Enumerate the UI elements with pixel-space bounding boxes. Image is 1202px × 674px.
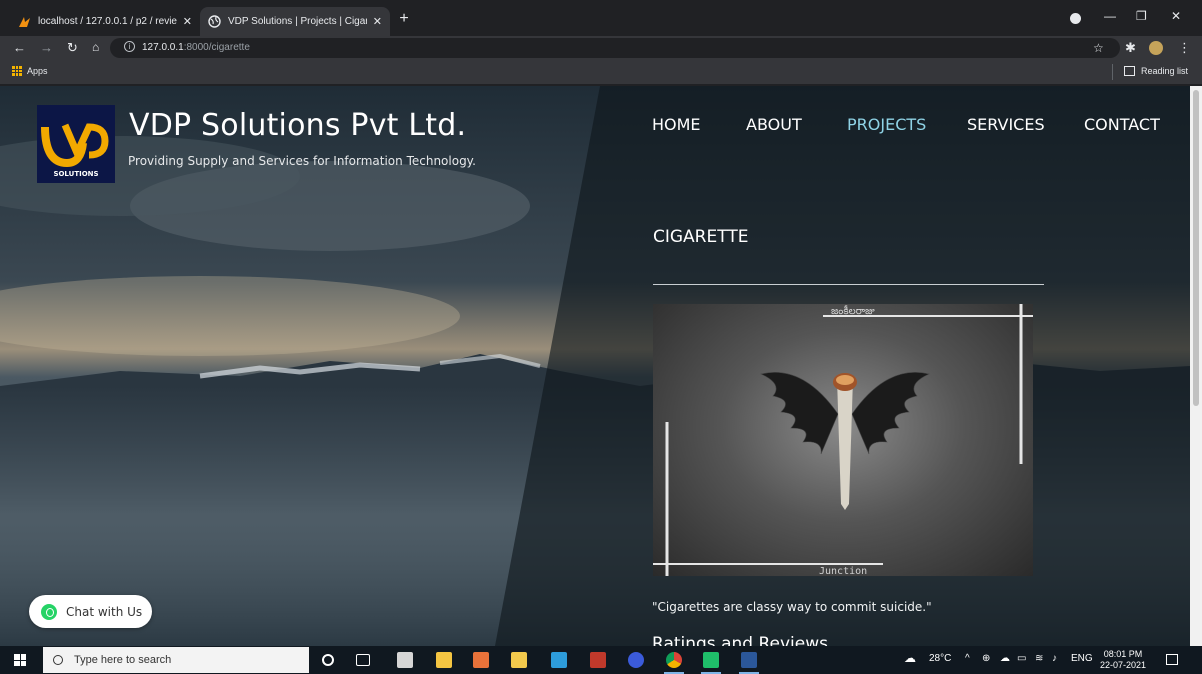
project-heading: CIGARETTE — [653, 227, 749, 247]
chat-with-us-button[interactable]: Chat with Us — [29, 595, 152, 628]
tray-cloud-icon[interactable]: ☁ — [1000, 653, 1010, 664]
url-host: 127.0.0.1 — [142, 42, 184, 53]
project-quote: "Cigarettes are classy way to commit sui… — [652, 600, 932, 614]
notification-icon[interactable] — [1166, 654, 1178, 665]
extensions-puzzle-icon[interactable]: ✱ — [1125, 40, 1136, 56]
windows-start-icon[interactable] — [14, 654, 26, 666]
profile-avatar[interactable] — [1149, 41, 1163, 55]
tab-vdp-projects[interactable]: VDP Solutions | Projects | Cigarette ✕ — [200, 7, 390, 36]
tray-app-icon[interactable]: ⊕ — [982, 653, 990, 664]
tab-title: localhost / 127.0.0.1 / p2 / review — [38, 16, 177, 27]
phpmyadmin-icon — [19, 17, 30, 27]
reload-icon[interactable]: ↻ — [67, 39, 78, 56]
nav-about[interactable]: ABOUT — [746, 115, 802, 134]
project-image: జంకీలరాజు Junction — [653, 304, 1033, 576]
mail-icon[interactable] — [551, 652, 567, 668]
word-icon[interactable] — [739, 652, 759, 674]
search-icon — [53, 655, 63, 665]
wifi-icon[interactable]: ≋ — [1035, 653, 1043, 664]
page-viewport: SOLUTIONS VDP Solutions Pvt Ltd. Providi… — [0, 86, 1190, 646]
file-explorer-icon[interactable] — [436, 652, 452, 668]
back-icon[interactable]: ← — [13, 39, 26, 56]
chat-label: Chat with Us — [66, 604, 143, 619]
bookmark-star-icon[interactable]: ☆ — [1093, 40, 1104, 56]
cigarette-wings-illustration: జంకీలరాజు Junction — [653, 304, 1033, 576]
mcafee-icon[interactable] — [590, 652, 606, 668]
tray-chevron-icon[interactable]: ^ — [965, 653, 970, 664]
ratings-heading: Ratings and Reviews — [652, 634, 828, 646]
tab-title: VDP Solutions | Projects | Cigarette — [228, 16, 367, 27]
forward-icon[interactable]: → — [40, 39, 53, 56]
volume-icon[interactable]: ♪ — [1052, 653, 1057, 664]
taskbar-search[interactable]: Type here to search — [43, 647, 309, 673]
whatsapp-icon — [41, 603, 57, 620]
weather-cloud-icon[interactable]: ☁ — [904, 651, 916, 665]
browser-tab-bar: localhost / 127.0.0.1 / p2 / review ✕ VD… — [0, 0, 1202, 36]
site-info-icon[interactable]: i — [124, 41, 135, 52]
taskbar-clock[interactable]: 08:01 PM 22-07-2021 — [1100, 649, 1146, 671]
apps-grid-icon — [12, 66, 22, 76]
nav-services[interactable]: SERVICES — [967, 115, 1045, 134]
logo-wordmark: SOLUTIONS — [53, 170, 98, 178]
clock-date: 22-07-2021 — [1100, 660, 1147, 670]
scrollbar-thumb[interactable] — [1193, 90, 1199, 406]
globe-icon — [208, 15, 221, 28]
store-icon[interactable] — [511, 652, 527, 668]
restore-icon[interactable]: ❐ — [1136, 9, 1147, 23]
clock-time: 08:01 PM — [1103, 649, 1143, 659]
nav-projects[interactable]: PROJECTS — [847, 115, 926, 134]
desktop-app-icon[interactable] — [397, 652, 413, 668]
home-icon[interactable]: ⌂ — [92, 39, 99, 56]
company-logo[interactable]: SOLUTIONS — [37, 105, 115, 183]
section-divider — [653, 284, 1044, 285]
battery-icon[interactable]: ▭ — [1017, 653, 1026, 664]
tab-phpmyadmin[interactable]: localhost / 127.0.0.1 / p2 / review ✕ — [10, 7, 200, 36]
url-path: :8000/cigarette — [183, 42, 250, 53]
close-icon[interactable]: ✕ — [373, 15, 382, 28]
reading-list-icon — [1123, 66, 1135, 76]
close-icon[interactable]: ✕ — [183, 15, 192, 28]
nav-home[interactable]: HOME — [652, 115, 701, 134]
site-tagline: Providing Supply and Services for Inform… — [128, 154, 476, 168]
site-title[interactable]: VDP Solutions Pvt Ltd. — [129, 108, 466, 143]
pycharm-icon[interactable] — [701, 652, 721, 674]
menu-kebab-icon[interactable]: ⋮ — [1178, 40, 1191, 56]
vdp-logo-mark: SOLUTIONS — [41, 123, 109, 178]
minimize-icon[interactable]: — — [1104, 9, 1116, 23]
windows-taskbar: Type here to search ☁ 28°C ^ ⊕ ☁ ▭ ≋ ♪ E… — [0, 646, 1202, 674]
app-circle-icon[interactable] — [628, 652, 644, 668]
weather-temperature[interactable]: 28°C — [929, 653, 951, 664]
url-text[interactable]: 127.0.0.1:8000/cigarette — [142, 42, 250, 53]
image-caption-bottom: Junction — [819, 566, 867, 576]
apps-label: Apps — [27, 66, 48, 76]
search-placeholder: Type here to search — [74, 654, 172, 666]
nav-contact[interactable]: CONTACT — [1084, 115, 1160, 134]
browser-toolbar: ← → ↻ ⌂ i 127.0.0.1:8000/cigarette ☆ ✱ ⋮ — [0, 36, 1202, 60]
chrome-icon[interactable] — [664, 652, 684, 674]
browser-profile-icon[interactable] — [1070, 13, 1081, 24]
reading-list-label: Reading list — [1140, 66, 1188, 76]
image-caption-top: జంకీలరాజు — [831, 305, 875, 317]
cortana-icon[interactable] — [322, 654, 334, 666]
xampp-icon[interactable] — [473, 652, 489, 668]
divider — [1112, 64, 1113, 80]
close-window-icon[interactable]: ✕ — [1171, 9, 1181, 23]
input-language[interactable]: ENG — [1071, 653, 1093, 664]
reading-list-button[interactable]: Reading list — [1123, 66, 1188, 76]
apps-shortcut[interactable]: Apps — [12, 66, 48, 76]
bookmarks-bar: Apps Reading list — [0, 60, 1202, 85]
task-view-icon[interactable] — [356, 654, 370, 666]
new-tab-button[interactable]: + — [396, 11, 412, 27]
page-scrollbar[interactable] — [1190, 86, 1202, 646]
address-bar[interactable]: i 127.0.0.1:8000/cigarette ☆ — [110, 38, 1120, 58]
